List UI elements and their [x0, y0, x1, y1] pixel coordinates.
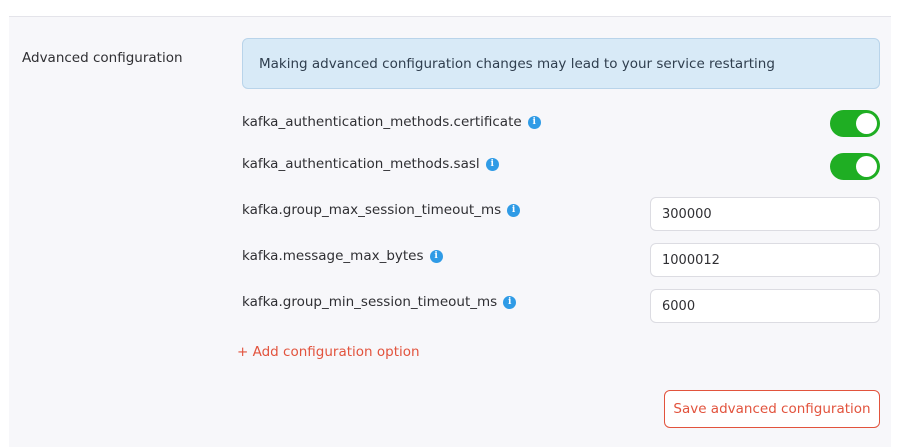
info-icon[interactable]: i: [527, 115, 541, 129]
option-name: kafka_authentication_methods.sasl: [242, 156, 480, 172]
section-label: Advanced configuration: [22, 50, 183, 66]
option-row-group-min-session-timeout: kafka.group_min_session_timeout_ms i: [242, 294, 517, 310]
option-row-certificate: kafka_authentication_methods.certificate…: [242, 114, 541, 130]
group-min-session-timeout-input[interactable]: [650, 289, 880, 323]
toggle-certificate[interactable]: [830, 110, 880, 137]
alert-message: Making advanced configuration changes ma…: [259, 55, 775, 72]
advanced-configuration-panel: Advanced configuration Making advanced c…: [9, 16, 891, 447]
toggle-sasl[interactable]: [830, 153, 880, 180]
option-name: kafka.message_max_bytes: [242, 248, 424, 264]
save-advanced-configuration-button[interactable]: Save advanced configuration: [664, 390, 880, 428]
info-icon[interactable]: i: [507, 203, 521, 217]
message-max-bytes-input[interactable]: [650, 243, 880, 277]
add-configuration-option-link[interactable]: + Add configuration option: [237, 344, 420, 360]
info-icon[interactable]: i: [503, 295, 517, 309]
option-row-group-max-session-timeout: kafka.group_max_session_timeout_ms i: [242, 202, 521, 218]
info-icon[interactable]: i: [485, 157, 499, 171]
group-max-session-timeout-input[interactable]: [650, 197, 880, 231]
option-name: kafka.group_max_session_timeout_ms: [242, 202, 502, 218]
info-icon[interactable]: i: [429, 249, 443, 263]
toggle-knob: [856, 113, 877, 134]
toggle-knob: [856, 156, 877, 177]
option-row-sasl: kafka_authentication_methods.sasl i: [242, 156, 499, 172]
restart-warning-alert: Making advanced configuration changes ma…: [242, 38, 880, 89]
option-row-message-max-bytes: kafka.message_max_bytes i: [242, 248, 443, 264]
option-name: kafka_authentication_methods.certificate: [242, 114, 522, 130]
option-name: kafka.group_min_session_timeout_ms: [242, 294, 498, 310]
